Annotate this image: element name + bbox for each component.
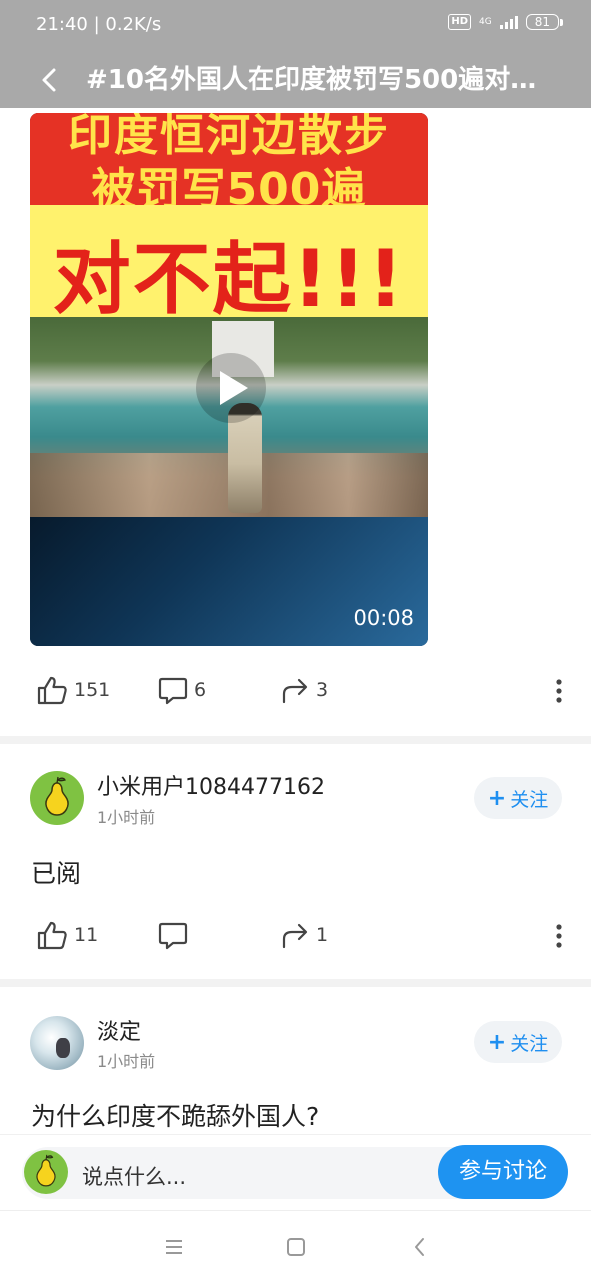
- thumbs-up-icon: [37, 921, 67, 950]
- back-button[interactable]: [34, 62, 70, 98]
- more-button[interactable]: [549, 921, 569, 951]
- comment-count: 6: [194, 679, 207, 701]
- comment-button[interactable]: [158, 915, 194, 955]
- share-icon: [282, 678, 308, 704]
- page-title: #10名外国人在印度被罚写500遍对…: [86, 65, 537, 95]
- home-button[interactable]: [282, 1233, 310, 1261]
- user-avatar: [24, 1150, 68, 1194]
- like-button[interactable]: 151: [36, 670, 110, 710]
- section-divider: [0, 736, 591, 744]
- system-nav-bar: [0, 1210, 591, 1281]
- video-player[interactable]: 印度恒河边散步 被罚写500遍 对不起!!! 00:08: [30, 113, 428, 646]
- follow-button[interactable]: + 关注: [474, 777, 562, 819]
- more-button[interactable]: [549, 676, 569, 706]
- status-icons: HD 4G 81: [448, 14, 564, 30]
- hd-icon: HD: [448, 14, 472, 30]
- more-vertical-icon: [556, 924, 562, 948]
- video-banner-yellow: 对不起!!!: [30, 205, 428, 325]
- video-overlay-big: 对不起!!!: [52, 235, 406, 325]
- comment-button[interactable]: 6: [158, 670, 206, 710]
- comment-time: 1小时前: [97, 808, 156, 827]
- comment-text: 为什么印度不跪舔外国人?: [31, 1102, 320, 1131]
- status-bar: 21:40 | 0.2K/s HD 4G 81: [0, 0, 591, 52]
- share-count: 3: [316, 679, 329, 701]
- post-action-row: 151 6 3: [0, 670, 591, 710]
- video-banner-red: 印度恒河边散步 被罚写500遍: [30, 113, 428, 215]
- follow-button[interactable]: + 关注: [474, 1021, 562, 1063]
- comment-icon: [158, 922, 188, 950]
- pear-icon: [36, 1154, 56, 1187]
- avatar[interactable]: [30, 1016, 84, 1070]
- network-type: 4G: [479, 16, 492, 27]
- comment-text: 已阅: [31, 859, 82, 888]
- comment-icon: [158, 677, 188, 705]
- menu-button[interactable]: [160, 1233, 188, 1261]
- comment-username[interactable]: 小米用户1084477162: [97, 769, 325, 801]
- battery-icon: 81: [525, 14, 564, 30]
- plus-icon: +: [487, 785, 507, 811]
- follow-label: 关注: [510, 1032, 549, 1055]
- back-arrow-icon: [42, 68, 56, 92]
- thumbs-up-icon: [37, 676, 67, 705]
- play-button[interactable]: [196, 353, 266, 423]
- comment-username[interactable]: 淡定: [97, 1014, 141, 1046]
- share-count: 1: [316, 924, 329, 946]
- back-chevron-icon: [415, 1238, 424, 1256]
- section-divider: [0, 979, 591, 987]
- like-button[interactable]: 11: [36, 915, 98, 955]
- comment-action-row: 11 1: [0, 915, 591, 955]
- join-discussion-button[interactable]: 参与讨论: [438, 1145, 568, 1199]
- avatar[interactable]: [30, 771, 84, 825]
- like-count: 151: [74, 679, 111, 701]
- menu-icon: [166, 1240, 182, 1254]
- share-button[interactable]: 3: [280, 670, 328, 710]
- system-back-button[interactable]: [406, 1233, 434, 1261]
- share-icon: [282, 923, 308, 949]
- follow-label: 关注: [510, 788, 549, 811]
- play-icon: [220, 371, 248, 405]
- status-time: 21:40 | 0.2K/s: [36, 14, 162, 35]
- like-count: 11: [74, 924, 99, 946]
- comment-bar: 说点什么... 参与讨论: [0, 1134, 591, 1211]
- signal-icon: [499, 15, 518, 29]
- video-duration: 00:08: [353, 606, 414, 630]
- plus-icon: +: [487, 1029, 507, 1055]
- share-button[interactable]: 1: [280, 915, 328, 955]
- comment-placeholder[interactable]: 说点什么...: [82, 1161, 186, 1191]
- pear-icon: [45, 776, 69, 816]
- title-bar: #10名外国人在印度被罚写500遍对…: [0, 52, 591, 108]
- home-square-icon: [287, 1238, 305, 1256]
- comment-time: 1小时前: [97, 1052, 156, 1071]
- more-vertical-icon: [556, 679, 562, 703]
